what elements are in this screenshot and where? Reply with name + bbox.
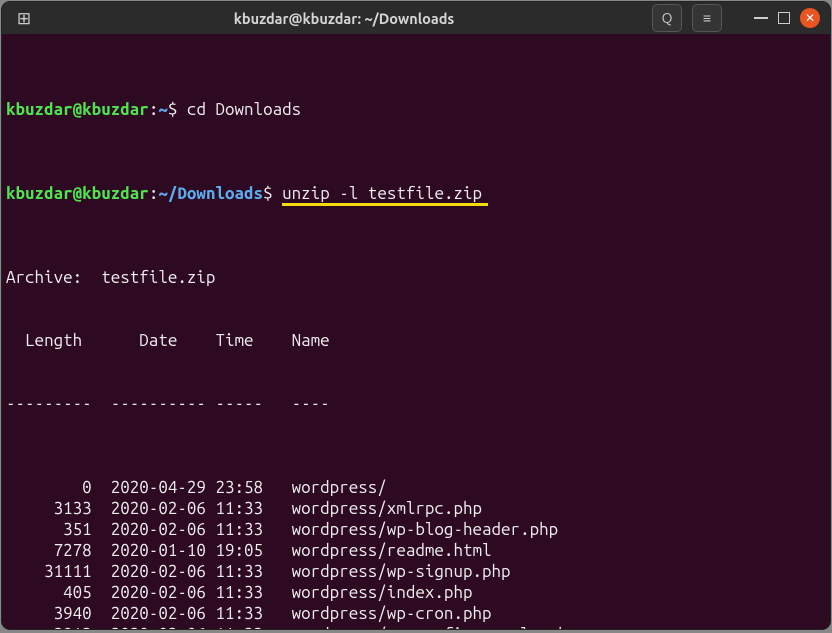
list-row: 7278 2020-01-10 19:05 wordpress/readme.h… <box>2 540 830 561</box>
prompt-line: kbuzdar@kbuzdar:~$ cd Downloads <box>2 99 830 120</box>
list-row: 2913 2020-02-06 11:33 wordpress/wp-confi… <box>2 624 830 629</box>
titlebar: ⊞ kbuzdar@kbuzdar: ~/Downloads Q ≡ ✕ <box>2 2 830 34</box>
list-row: 3133 2020-02-06 11:33 wordpress/xmlrpc.p… <box>2 498 830 519</box>
terminal-body[interactable]: kbuzdar@kbuzdar:~$ cd Downloads kbuzdar@… <box>2 34 830 629</box>
window-title: kbuzdar@kbuzdar: ~/Downloads <box>36 8 652 29</box>
archive-line: Archive: testfile.zip <box>2 267 830 288</box>
list-row: 351 2020-02-06 11:33 wordpress/wp-blog-h… <box>2 519 830 540</box>
maximize-icon <box>778 12 790 24</box>
close-icon: ✕ <box>805 8 815 29</box>
maximize-button[interactable] <box>778 12 790 24</box>
search-icon: Q <box>662 8 673 29</box>
list-row: 405 2020-02-06 11:33 wordpress/index.php <box>2 582 830 603</box>
command-text: unzip -l testfile.zip <box>282 183 482 204</box>
list-row: 3940 2020-02-06 11:33 wordpress/wp-cron.… <box>2 603 830 624</box>
list-row: 0 2020-04-29 23:58 wordpress/ <box>2 477 830 498</box>
prompt-line: kbuzdar@kbuzdar:~/Downloads$ unzip -l te… <box>2 183 830 204</box>
minimize-button[interactable] <box>754 17 768 19</box>
prompt-path: ~/Downloads <box>158 184 263 203</box>
prompt-user-host: kbuzdar@kbuzdar <box>6 184 149 203</box>
new-tab-icon: ⊞ <box>17 8 31 29</box>
list-separator: --------- ---------- ----- ---- <box>2 393 830 414</box>
close-button[interactable]: ✕ <box>800 8 820 28</box>
hamburger-icon: ≡ <box>703 8 711 29</box>
new-tab-button[interactable]: ⊞ <box>12 8 36 29</box>
search-button[interactable]: Q <box>652 4 682 32</box>
menu-button[interactable]: ≡ <box>692 4 722 32</box>
list-header: Length Date Time Name <box>2 330 830 351</box>
terminal-window: ⊞ kbuzdar@kbuzdar: ~/Downloads Q ≡ ✕ kbu… <box>2 2 830 629</box>
list-row: 31111 2020-02-06 11:33 wordpress/wp-sign… <box>2 561 830 582</box>
prompt-path: ~ <box>158 100 168 119</box>
titlebar-buttons: Q ≡ ✕ <box>652 4 820 32</box>
minimize-icon <box>754 17 768 19</box>
command-text: cd Downloads <box>187 100 301 119</box>
prompt-user-host: kbuzdar@kbuzdar <box>6 100 149 119</box>
